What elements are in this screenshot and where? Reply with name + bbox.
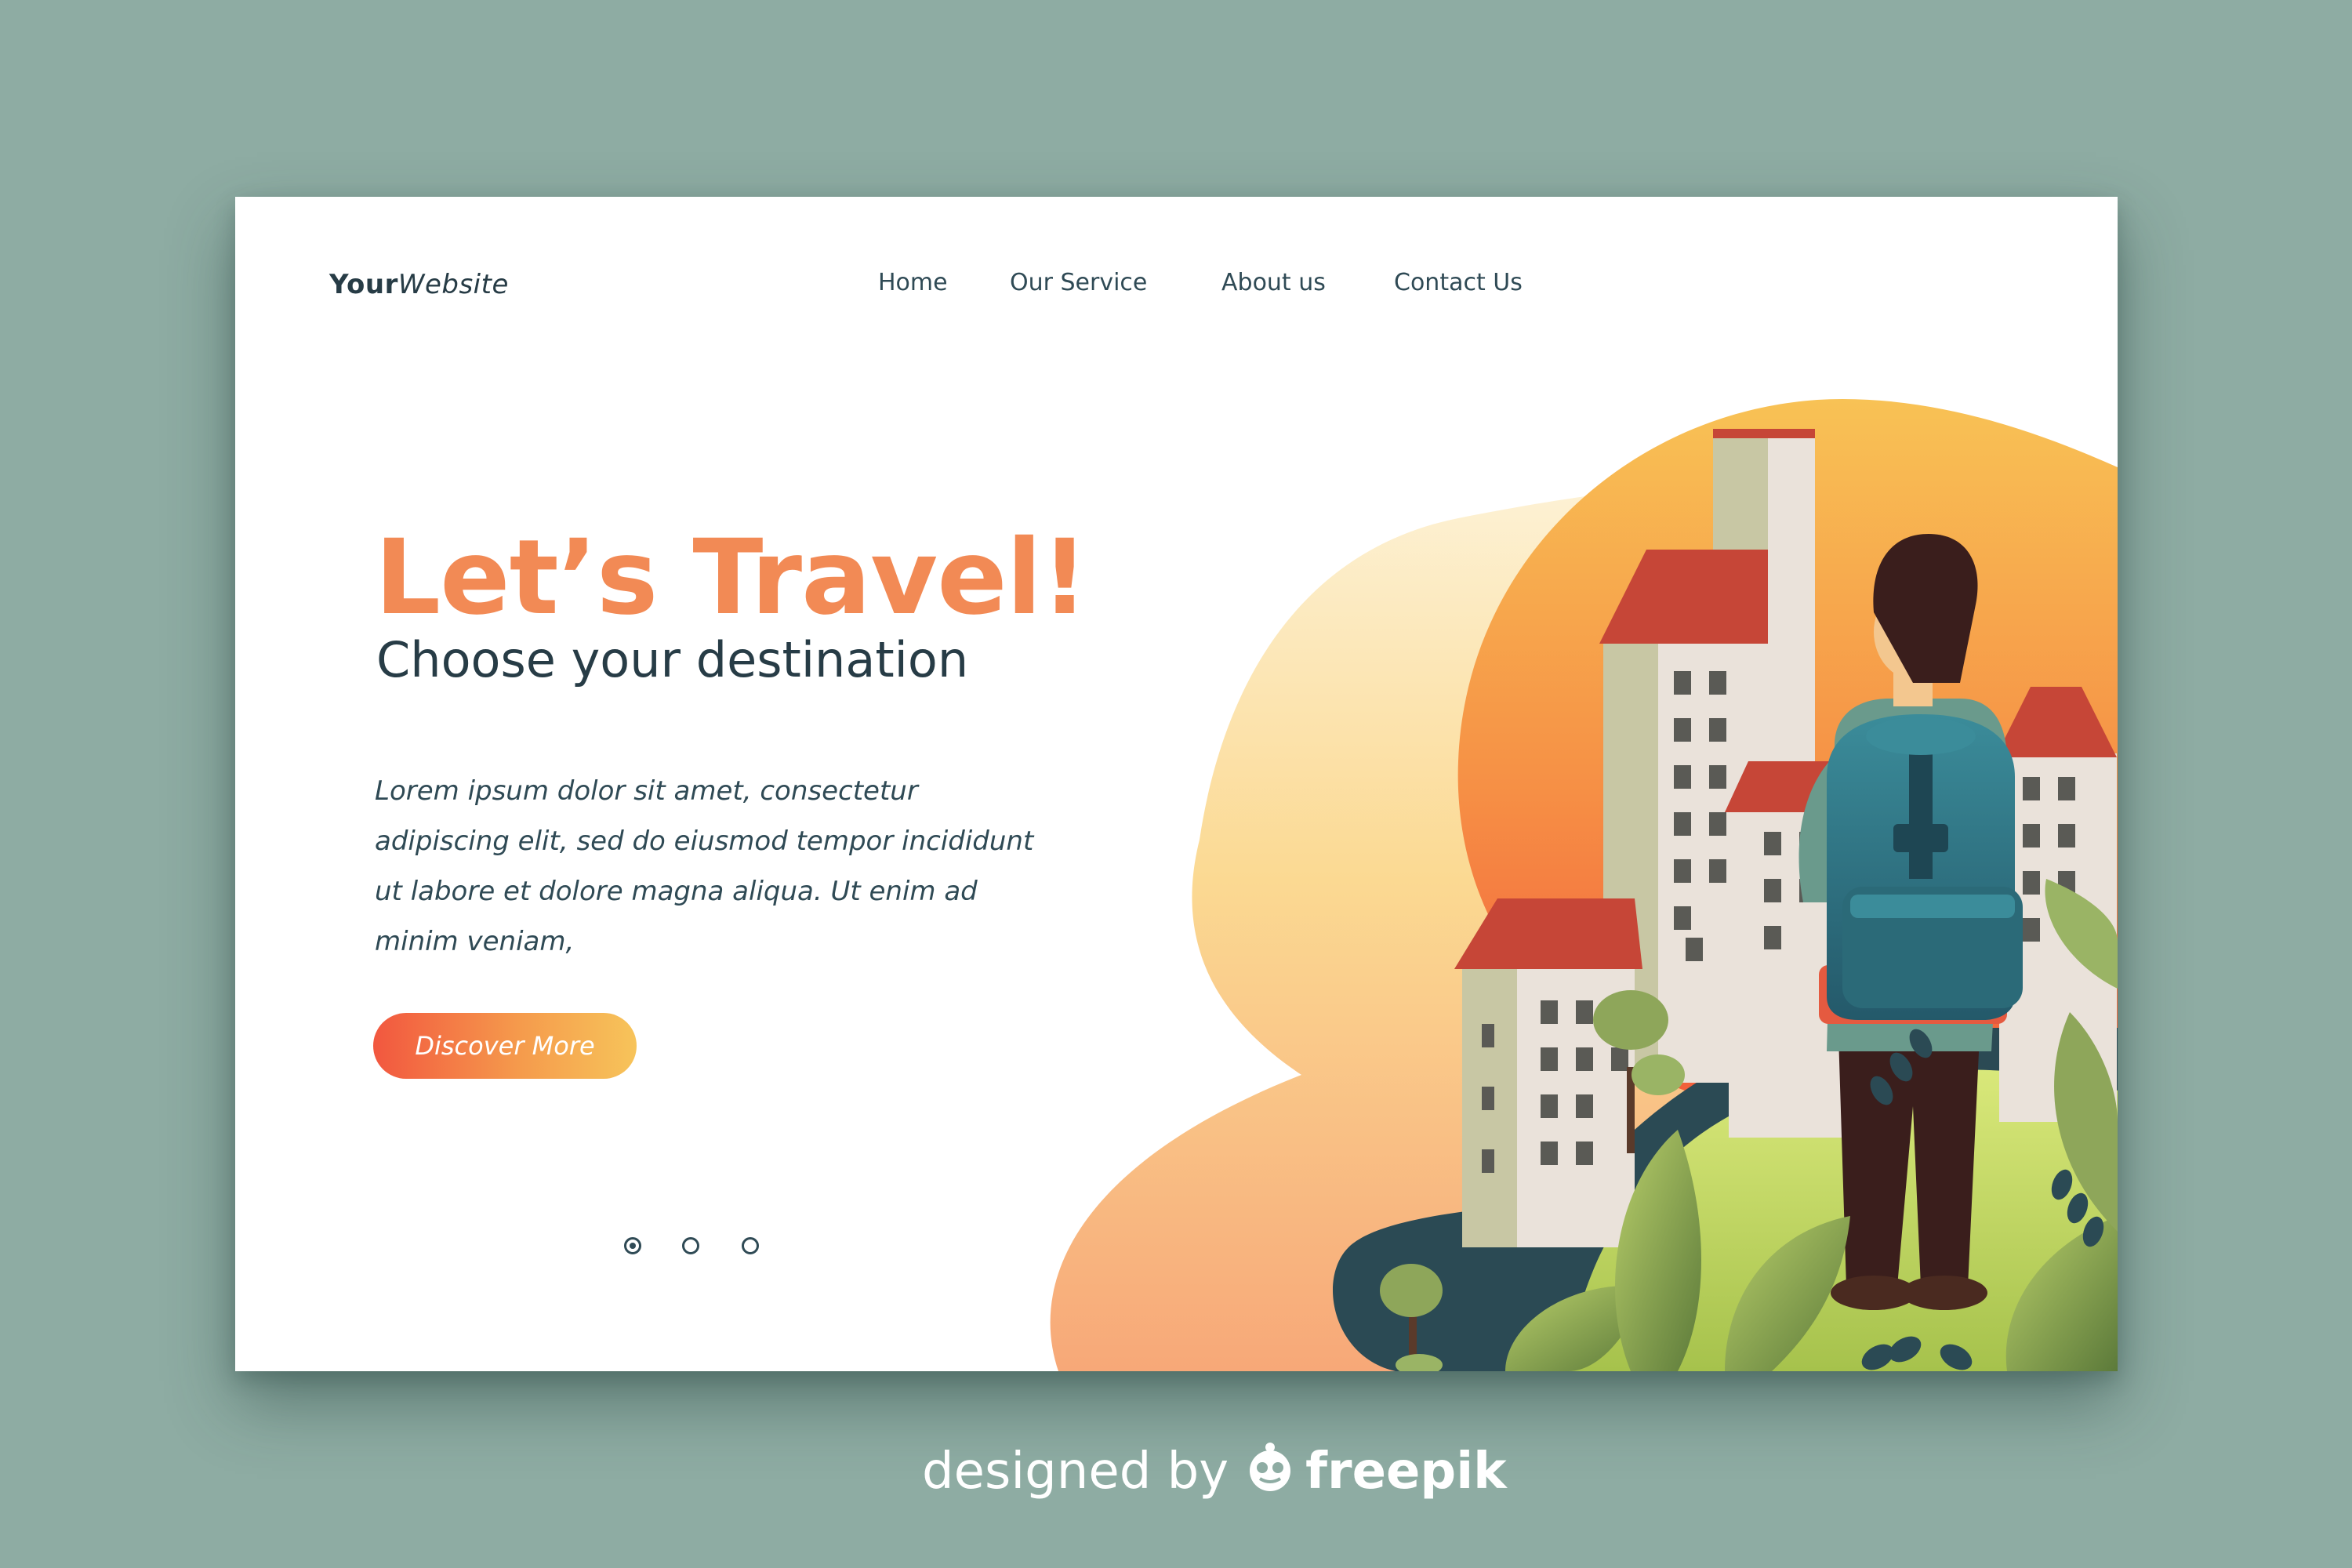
nav-contact-us[interactable]: Contact Us (1394, 269, 1523, 296)
discover-more-button[interactable]: Discover More (373, 1013, 637, 1079)
logo-italic-text: Website (397, 269, 509, 300)
credit-prefix: designed by (922, 1443, 1229, 1501)
hero-subtitle: Choose your destination (376, 631, 969, 688)
nav-our-service[interactable]: Our Service (1010, 269, 1147, 296)
hero-body-text: Lorem ipsum dolor sit amet, consectetur … (375, 775, 1034, 957)
nav-about-us[interactable]: About us (1221, 269, 1326, 296)
freepik-credit[interactable]: designed by freepik (922, 1443, 1507, 1505)
freepik-logo-icon (1243, 1443, 1298, 1505)
site-logo[interactable]: YourWebsite (329, 269, 509, 300)
carousel-dot-1[interactable] (624, 1237, 641, 1254)
credit-brand: freepik (1305, 1443, 1507, 1501)
logo-bold-text: Your (329, 269, 398, 300)
hero-title: Let’s Travel! (375, 517, 1088, 638)
nav-home[interactable]: Home (878, 269, 948, 296)
landing-page-card: YourWebsite Home Our Service About us Co… (235, 197, 2118, 1371)
carousel-dot-3[interactable] (742, 1237, 759, 1254)
carousel-dot-2[interactable] (682, 1237, 699, 1254)
